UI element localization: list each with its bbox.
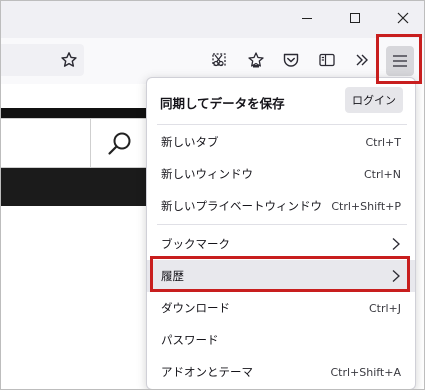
reader-view-button[interactable] xyxy=(315,48,339,72)
maximize-icon xyxy=(350,13,360,23)
menu-item-label: 新しいプライベートウィンドウ xyxy=(161,199,322,213)
close-button[interactable] xyxy=(380,2,425,34)
menu-item-shortcut: Ctrl+T xyxy=(365,135,401,149)
menu-button-highlight xyxy=(376,34,422,84)
sync-title: 同期してデータを保存 xyxy=(160,96,285,111)
menu-separator xyxy=(157,224,407,225)
history-item-highlight xyxy=(150,256,410,292)
search-divider xyxy=(90,119,91,169)
page-header-bar xyxy=(0,108,150,118)
title-bar xyxy=(0,0,425,38)
menu-item-label: ブックマーク xyxy=(161,237,230,251)
extensions-button[interactable] xyxy=(244,48,268,72)
screenshot-button[interactable] xyxy=(207,48,231,72)
menu-item-shortcut: Ctrl+Shift+A xyxy=(330,365,401,379)
menu-item-new-window[interactable]: 新しいウィンドウ Ctrl+N xyxy=(147,158,415,190)
menu-item-shortcut: Ctrl+Shift+P xyxy=(331,199,401,213)
extensions-icon xyxy=(248,52,264,68)
login-button[interactable]: ログイン xyxy=(345,87,403,113)
overflow-chevrons-icon xyxy=(356,54,368,66)
overflow-button[interactable] xyxy=(350,48,374,72)
page-search-box[interactable] xyxy=(0,118,150,169)
menu-item-label: 新しいウィンドウ xyxy=(161,167,253,181)
menu-item-label: アドオンとテーマ xyxy=(161,365,253,379)
pocket-button[interactable] xyxy=(279,48,303,72)
menu-item-new-tab[interactable]: 新しいタブ Ctrl+T xyxy=(147,126,415,158)
reader-view-icon xyxy=(319,53,335,67)
menu-item-label: パスワード xyxy=(161,333,219,347)
menu-item-label: 新しいタブ xyxy=(161,135,219,149)
minimize-button[interactable] xyxy=(284,2,330,34)
menu-item-downloads[interactable]: ダウンロード Ctrl+J xyxy=(147,292,415,324)
sync-header: 同期してデータを保存 ログイン xyxy=(147,78,415,124)
app-menu-panel: 同期してデータを保存 ログイン 新しいタブ Ctrl+T 新しいウィンドウ Ct… xyxy=(146,77,416,390)
page-dark-banner xyxy=(0,168,150,206)
menu-item-new-private-window[interactable]: 新しいプライベートウィンドウ Ctrl+Shift+P xyxy=(147,190,415,222)
menu-item-shortcut: Ctrl+N xyxy=(363,167,401,181)
menu-item-shortcut: Ctrl+J xyxy=(368,301,401,315)
menu-item-passwords[interactable]: パスワード xyxy=(147,324,415,356)
bookmark-star-button[interactable] xyxy=(57,48,81,72)
minimize-icon xyxy=(302,17,312,19)
search-icon[interactable] xyxy=(107,131,133,157)
chevron-right-icon xyxy=(392,238,400,250)
pocket-icon xyxy=(283,53,299,67)
menu-separator xyxy=(157,124,407,125)
screenshot-icon xyxy=(212,53,226,67)
star-icon xyxy=(61,52,77,67)
maximize-button[interactable] xyxy=(332,2,378,34)
menu-item-addons-themes[interactable]: アドオンとテーマ Ctrl+Shift+A xyxy=(147,356,415,388)
close-icon xyxy=(397,12,409,24)
menu-item-label: ダウンロード xyxy=(161,301,230,315)
